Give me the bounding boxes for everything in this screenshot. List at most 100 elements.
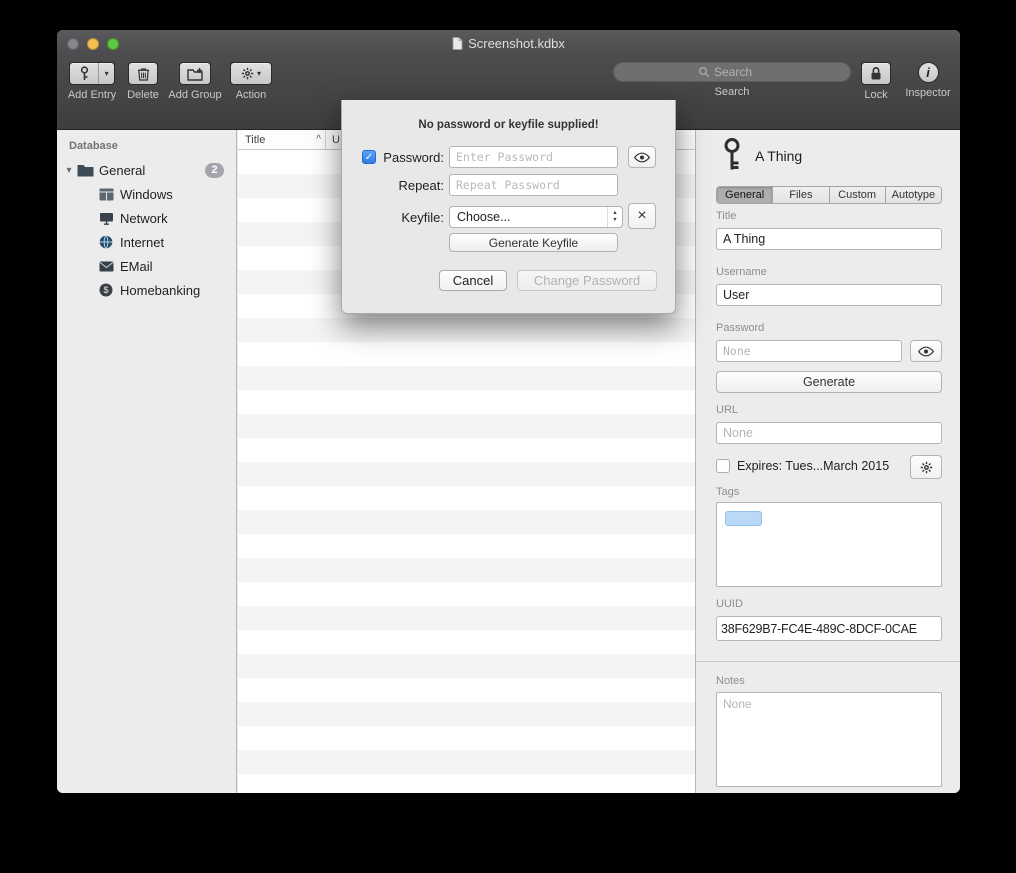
tab-general[interactable]: General bbox=[717, 187, 773, 203]
inspector-button[interactable]: i bbox=[918, 62, 939, 83]
trash-icon bbox=[137, 66, 150, 81]
expires-label: Expires: Tues...March 2015 bbox=[737, 459, 889, 473]
column-header-title[interactable]: Title ^ bbox=[238, 130, 326, 149]
username-field-label: Username bbox=[716, 266, 767, 278]
inspector-toolbar-item: i Inspector bbox=[902, 62, 954, 99]
add-entry-dropdown-arrow[interactable]: ▾ bbox=[99, 63, 114, 84]
password-checkbox[interactable]: ✓ bbox=[362, 150, 376, 164]
clear-keyfile-button[interactable]: × bbox=[628, 203, 656, 229]
search-toolbar-item: Search bbox=[613, 62, 851, 98]
search-input[interactable] bbox=[714, 65, 766, 79]
sidebar-item-network[interactable]: Network bbox=[57, 206, 236, 230]
minimize-window-button[interactable] bbox=[87, 38, 99, 50]
sidebar: Database ▾ General 2 Windows bbox=[57, 130, 237, 793]
add-entry-button[interactable]: ▾ bbox=[69, 62, 115, 85]
window-title-text: Screenshot.kdbx bbox=[468, 36, 565, 51]
add-group-label: Add Group bbox=[168, 89, 221, 101]
tab-autotype[interactable]: Autotype bbox=[886, 187, 941, 203]
lock-button[interactable] bbox=[861, 62, 891, 85]
sidebar-item-label: EMail bbox=[120, 259, 153, 274]
inspector-divider bbox=[696, 661, 960, 662]
title-field[interactable] bbox=[716, 228, 942, 250]
eye-icon bbox=[634, 152, 650, 163]
sheet-message: No password or keyfile supplied! bbox=[342, 119, 675, 131]
screen-background: Screenshot.kdbx ▾ Add Entry Delete bbox=[0, 0, 1016, 873]
tag-chip[interactable] bbox=[725, 511, 762, 526]
svg-text:$: $ bbox=[103, 285, 108, 295]
lock-label: Lock bbox=[864, 89, 887, 101]
sheet-keyfile-label: Keyfile: bbox=[401, 210, 444, 225]
column-header-username[interactable]: U bbox=[326, 134, 340, 146]
sheet-password-label: Password: bbox=[383, 150, 444, 165]
delete-button[interactable] bbox=[128, 62, 158, 85]
check-icon: ✓ bbox=[365, 152, 373, 163]
sidebar-item-windows[interactable]: Windows bbox=[57, 182, 236, 206]
key-plus-icon bbox=[70, 63, 98, 84]
delete-toolbar-item: Delete bbox=[123, 62, 163, 101]
close-window-button[interactable] bbox=[67, 38, 79, 50]
username-field[interactable] bbox=[716, 284, 942, 306]
add-group-button[interactable] bbox=[179, 62, 211, 85]
windows-icon bbox=[97, 188, 115, 201]
sheet-show-password-button[interactable] bbox=[628, 146, 656, 168]
change-password-sheet: No password or keyfile supplied! ✓ Passw… bbox=[341, 100, 676, 314]
tab-custom[interactable]: Custom bbox=[830, 187, 886, 203]
tags-box[interactable] bbox=[716, 502, 942, 587]
sidebar-item-label: Windows bbox=[120, 187, 173, 202]
eye-icon bbox=[918, 346, 934, 357]
titlebar[interactable]: Screenshot.kdbx bbox=[57, 30, 960, 57]
password-field[interactable] bbox=[716, 340, 902, 362]
sidebar-item-internet[interactable]: Internet bbox=[57, 230, 236, 254]
tags-field-label: Tags bbox=[716, 486, 739, 498]
zoom-window-button[interactable] bbox=[107, 38, 119, 50]
expires-settings-button[interactable] bbox=[910, 455, 942, 479]
sidebar-item-label: Network bbox=[120, 211, 168, 226]
cancel-button[interactable]: Cancel bbox=[439, 270, 507, 291]
url-field[interactable] bbox=[716, 422, 942, 444]
sheet-password-input[interactable] bbox=[449, 146, 618, 168]
sidebar-item-email[interactable]: EMail bbox=[57, 254, 236, 278]
notes-field-label: Notes bbox=[716, 675, 745, 687]
change-password-button[interactable]: Change Password bbox=[517, 270, 657, 291]
show-password-button[interactable] bbox=[910, 340, 942, 362]
uuid-field[interactable] bbox=[716, 616, 942, 641]
window-title: Screenshot.kdbx bbox=[452, 36, 565, 51]
add-entry-label: Add Entry bbox=[68, 89, 116, 101]
uuid-field-label: UUID bbox=[716, 598, 743, 610]
chevron-down-icon: ▾ bbox=[257, 70, 261, 78]
generate-password-button[interactable]: Generate bbox=[716, 371, 942, 393]
inspector-panel: A Thing General Files Custom Autotype Ti… bbox=[695, 130, 960, 793]
gear-icon bbox=[920, 461, 933, 474]
entry-count-badge: 2 bbox=[205, 163, 224, 178]
delete-label: Delete bbox=[127, 89, 159, 101]
lock-toolbar-item: Lock bbox=[858, 62, 894, 101]
app-window: Screenshot.kdbx ▾ Add Entry Delete bbox=[57, 30, 960, 793]
coin-icon: $ bbox=[97, 283, 115, 297]
password-field-label: Password bbox=[716, 322, 764, 334]
sidebar-item-homebanking[interactable]: $ Homebanking bbox=[57, 278, 236, 302]
generate-keyfile-button[interactable]: Generate Keyfile bbox=[449, 233, 618, 252]
folder-plus-icon bbox=[187, 67, 203, 81]
sidebar-item-label: Homebanking bbox=[120, 283, 200, 298]
sheet-repeat-input[interactable] bbox=[449, 174, 618, 196]
action-toolbar-item: ▾ Action bbox=[229, 62, 273, 101]
notes-field[interactable] bbox=[716, 692, 942, 787]
gear-icon bbox=[241, 67, 254, 80]
keyfile-popup-value: Choose... bbox=[457, 210, 511, 224]
search-label: Search bbox=[715, 86, 750, 98]
action-button[interactable]: ▾ bbox=[230, 62, 272, 85]
title-field-label: Title bbox=[716, 210, 736, 222]
disclosure-triangle-icon[interactable]: ▾ bbox=[62, 165, 76, 176]
globe-icon bbox=[97, 235, 115, 249]
sidebar-item-label: General bbox=[99, 163, 145, 178]
expires-checkbox[interactable] bbox=[716, 459, 730, 473]
search-icon bbox=[698, 66, 710, 78]
keyfile-popup[interactable]: Choose... ▲ ▼ bbox=[449, 206, 623, 228]
document-icon bbox=[452, 37, 463, 50]
lock-icon bbox=[870, 66, 882, 81]
tab-files[interactable]: Files bbox=[773, 187, 829, 203]
search-field[interactable] bbox=[613, 62, 851, 82]
sidebar-item-general[interactable]: ▾ General 2 bbox=[57, 158, 236, 182]
inspector-label: Inspector bbox=[905, 87, 950, 99]
add-entry-toolbar-item: ▾ Add Entry bbox=[63, 62, 121, 101]
